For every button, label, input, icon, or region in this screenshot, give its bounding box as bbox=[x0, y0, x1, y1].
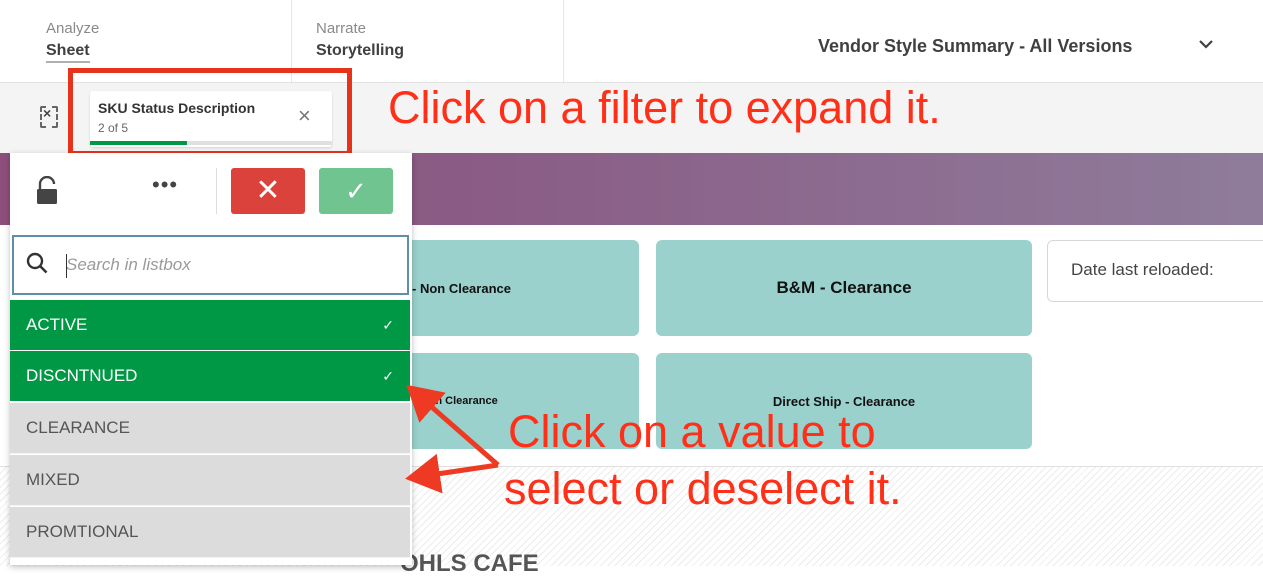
list-item-clearance[interactable]: CLEARANCE bbox=[10, 403, 410, 454]
annotation-callout-line-2: select or deselect it. bbox=[504, 462, 902, 514]
list-item-label: PROMTIONAL bbox=[26, 522, 139, 541]
annotation-highlight-box bbox=[68, 68, 352, 156]
list-item-mixed[interactable]: MIXED bbox=[10, 455, 410, 506]
list-item-label: MIXED bbox=[26, 470, 80, 489]
confirm-selection-button[interactable]: ✓ bbox=[319, 168, 393, 214]
list-item-label: CLEARANCE bbox=[26, 418, 130, 437]
chevron-down-icon[interactable] bbox=[1198, 34, 1214, 55]
lock-icon[interactable] bbox=[34, 175, 60, 206]
section-heading: OHLS CAFE bbox=[400, 550, 539, 577]
tab-sheet-label: Sheet bbox=[46, 42, 90, 63]
search-icon bbox=[26, 252, 48, 274]
more-options-icon[interactable]: ••• bbox=[152, 172, 178, 198]
text-cursor bbox=[66, 254, 67, 278]
annotation-callout-value: Click on a value to select or deselect i… bbox=[504, 406, 902, 513]
list-item-promtional[interactable]: PROMTIONAL bbox=[10, 507, 410, 558]
toolbar-divider bbox=[216, 168, 217, 214]
clear-selections-icon[interactable] bbox=[40, 105, 58, 128]
tab-narrate-caption: Narrate bbox=[316, 20, 367, 37]
list-item-active[interactable]: ACTIVE ✓ bbox=[10, 300, 410, 351]
sheet-title-dropdown[interactable]: Vendor Style Summary - All Versions bbox=[818, 36, 1132, 57]
annotation-callout-filter: Click on a filter to expand it. bbox=[388, 82, 941, 133]
checkmark-icon: ✓ bbox=[382, 368, 394, 384]
annotation-callout-line-1: Click on a value to bbox=[508, 406, 876, 457]
listbox-search-input[interactable] bbox=[66, 248, 396, 282]
tab-storytelling-label: Storytelling bbox=[316, 42, 405, 59]
tab-analyze-caption: Analyze bbox=[46, 20, 100, 37]
list-item-label: DISCNTNUED bbox=[26, 366, 138, 385]
kpi-tile-bm-clearance[interactable]: B&M - Clearance bbox=[656, 240, 1032, 336]
reload-date-label: Date last reloaded: bbox=[1071, 260, 1214, 279]
cancel-selection-button[interactable]: ✕ bbox=[231, 168, 305, 214]
list-item-discntnued[interactable]: DISCNTNUED ✓ bbox=[10, 351, 410, 402]
checkmark-icon: ✓ bbox=[382, 317, 394, 333]
list-item-label: ACTIVE bbox=[26, 315, 88, 334]
